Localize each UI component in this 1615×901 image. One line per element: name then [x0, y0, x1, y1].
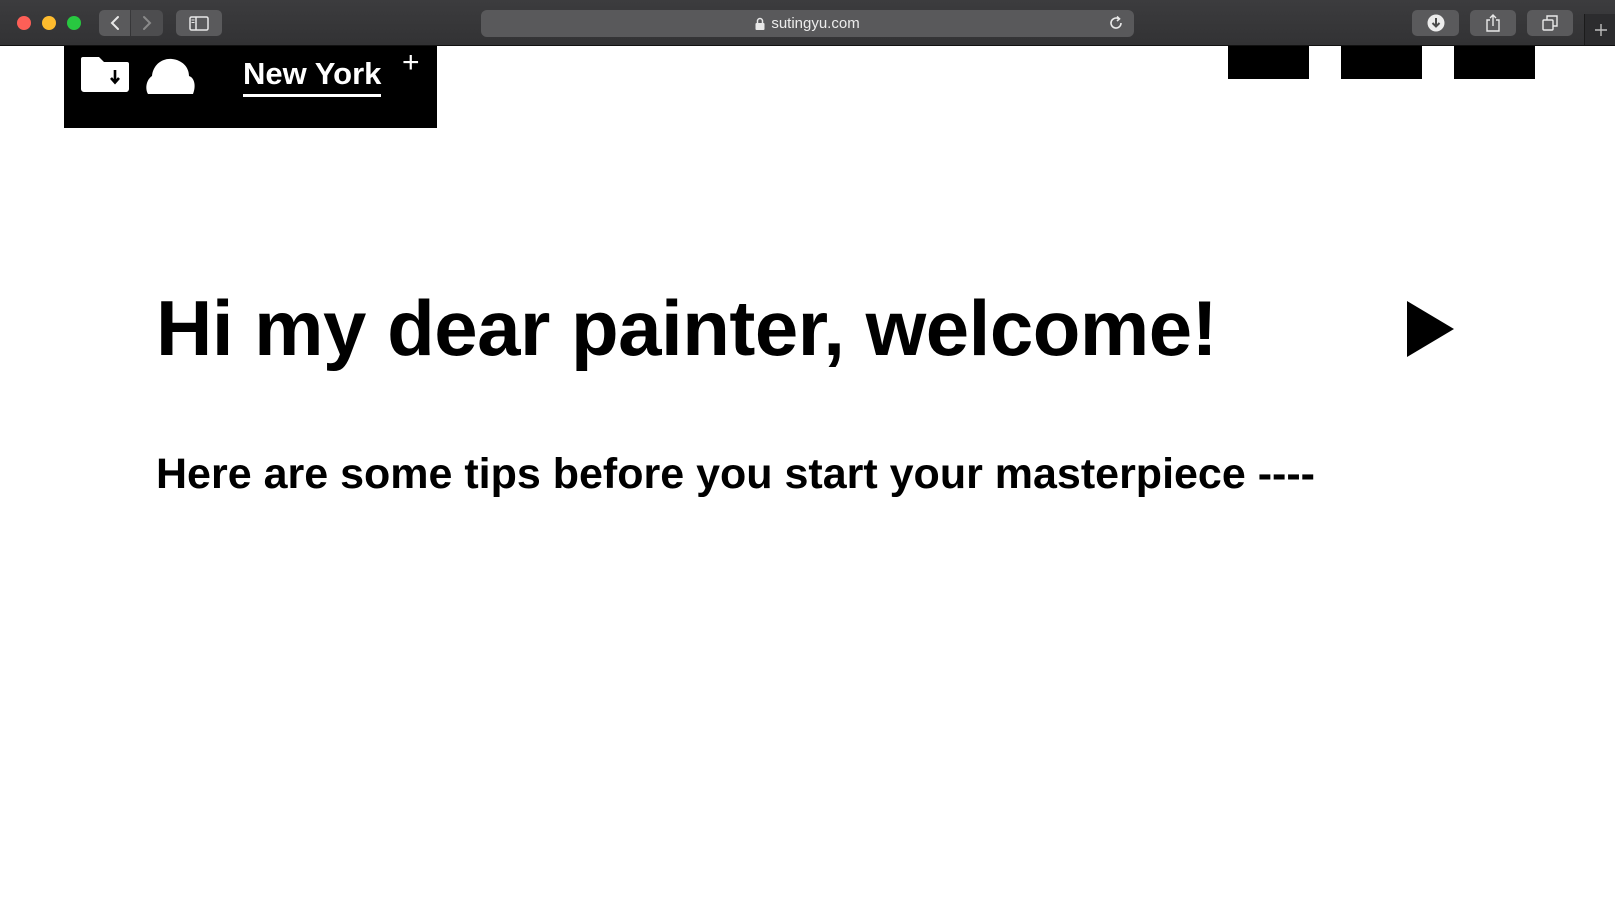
- chevron-left-icon: [110, 16, 119, 30]
- folder-download-icon[interactable]: [80, 54, 130, 99]
- plus-icon: [1594, 23, 1607, 36]
- tips-subheadline: Here are some tips before you start your…: [156, 450, 1315, 498]
- download-icon: [1427, 14, 1444, 32]
- close-window-button[interactable]: [17, 16, 31, 30]
- forward-button[interactable]: [131, 10, 163, 36]
- next-button[interactable]: [1405, 301, 1455, 357]
- reload-icon[interactable]: [1108, 15, 1124, 35]
- nav-block-3[interactable]: [1454, 46, 1535, 79]
- chevron-right-icon: [143, 16, 152, 30]
- site-header-bar: New York +: [64, 46, 437, 128]
- lock-icon: [755, 17, 765, 30]
- show-tabs-button[interactable]: [1527, 10, 1573, 36]
- back-button[interactable]: [99, 10, 130, 36]
- url-text: sutingyu.com: [771, 15, 860, 32]
- share-button[interactable]: [1470, 10, 1516, 36]
- cloud-icon[interactable]: [144, 56, 196, 101]
- add-city-icon[interactable]: +: [402, 48, 420, 78]
- sidebar-toggle-button[interactable]: [176, 10, 222, 36]
- downloads-button[interactable]: [1412, 10, 1459, 36]
- new-tab-button[interactable]: [1584, 14, 1615, 45]
- welcome-headline: Hi my dear painter, welcome!: [156, 284, 1218, 372]
- minimize-window-button[interactable]: [42, 16, 56, 30]
- sidebar-icon: [189, 15, 209, 31]
- browser-toolbar: sutingyu.com: [0, 0, 1615, 46]
- maximize-window-button[interactable]: [67, 16, 81, 30]
- city-link[interactable]: New York: [243, 54, 382, 97]
- address-bar[interactable]: sutingyu.com: [481, 10, 1134, 37]
- nav-block-2[interactable]: [1341, 46, 1422, 79]
- share-icon: [1486, 14, 1500, 32]
- nav-block-1[interactable]: [1228, 46, 1309, 79]
- tabs-icon: [1542, 15, 1558, 31]
- play-icon: [1407, 301, 1454, 357]
